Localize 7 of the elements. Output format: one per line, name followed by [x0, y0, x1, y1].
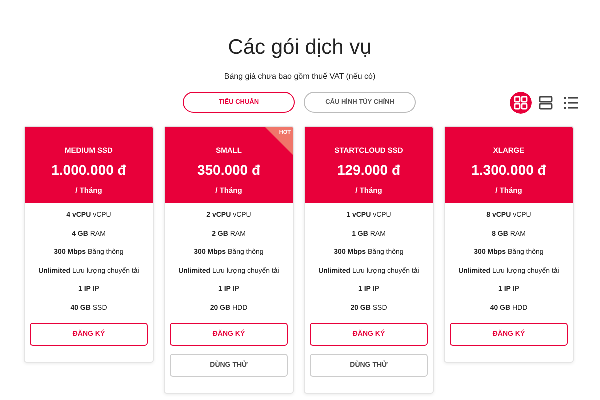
plan-price: 129.000 đ — [337, 162, 401, 178]
page-subtitle: Bảng giá chưa bao gồm thuế VAT (nếu có) — [224, 72, 376, 81]
plan-price: 350.000 đ — [197, 162, 261, 178]
page-title: Các gói dịch vụ — [228, 36, 372, 60]
plan-price: 1.300.000 đ — [472, 162, 546, 178]
plan-price: 1.000.000 đ — [52, 162, 126, 178]
grid-view-icon[interactable] — [510, 92, 532, 114]
